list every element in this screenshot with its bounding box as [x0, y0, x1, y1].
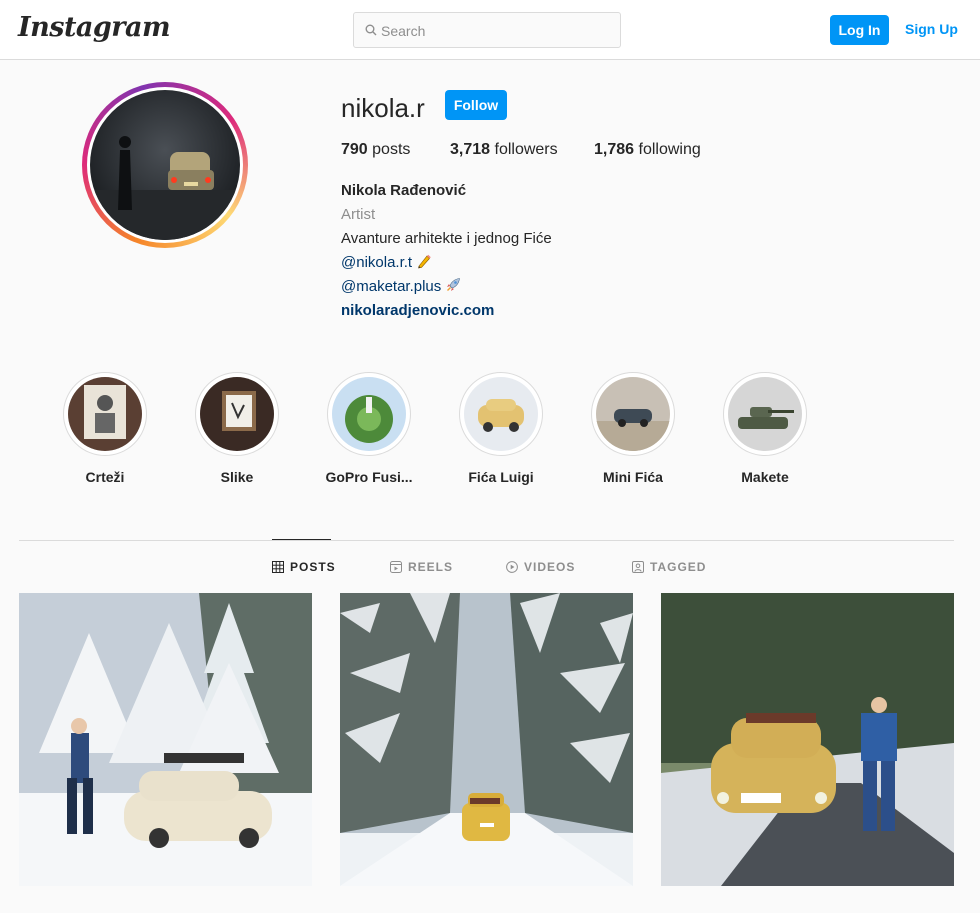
highlight-mini-fica[interactable]: Mini Fića — [588, 372, 678, 485]
tab-videos[interactable]: VIDEOS — [506, 560, 575, 574]
followers-count: 3,718 — [450, 141, 491, 158]
bio-mention-link-2[interactable]: @maketar.plus — [341, 278, 441, 295]
highlight-gopro[interactable]: GoPro Fusi... — [324, 372, 414, 485]
profile-avatar-ring[interactable] — [82, 82, 248, 248]
profile-avatar — [90, 90, 240, 240]
profile-category: Artist — [341, 206, 376, 223]
followers-stat[interactable]: 3,718 followers — [450, 141, 558, 159]
profile-website-link[interactable]: nikolaradjenovic.com — [341, 301, 494, 321]
signup-link[interactable]: Sign Up — [905, 21, 958, 37]
active-tab-indicator — [272, 539, 331, 540]
post-thumbnail-2[interactable] — [340, 593, 633, 886]
following-label: following — [638, 141, 701, 158]
bio-mention-row-1: @nikola.r.t — [341, 253, 432, 273]
search-icon — [365, 24, 377, 36]
followers-label: followers — [494, 141, 558, 158]
play-icon — [506, 561, 518, 573]
profile-full-name: Nikola Rađenović — [341, 182, 467, 199]
highlight-thumbnail — [464, 377, 538, 451]
search-box[interactable] — [353, 12, 621, 48]
tabs-divider — [19, 540, 954, 541]
follow-button[interactable]: Follow — [445, 90, 507, 120]
tab-posts[interactable]: POSTS — [272, 560, 336, 574]
tab-reels[interactable]: REELS — [390, 560, 453, 574]
highlight-slike[interactable]: Slike — [192, 372, 282, 485]
tab-tagged[interactable]: TAGGED — [632, 560, 706, 574]
bio-mention-row-2: @maketar.plus — [341, 277, 461, 297]
highlight-thumbnail — [332, 377, 406, 451]
highlight-thumbnail — [728, 377, 802, 451]
highlight-label: GoPro Fusi... — [325, 469, 413, 485]
instagram-logo[interactable]: Instagram — [18, 12, 171, 43]
following-stat[interactable]: 1,786 following — [594, 141, 701, 159]
tab-label: POSTS — [290, 560, 336, 574]
posts-count: 790 — [341, 141, 368, 158]
highlight-label: Slike — [220, 469, 254, 485]
tab-label: VIDEOS — [524, 560, 576, 574]
highlight-makete[interactable]: Makete — [720, 372, 810, 485]
highlight-thumbnail — [596, 377, 670, 451]
highlight-thumbnail — [68, 377, 142, 451]
login-button[interactable]: Log In — [830, 15, 889, 45]
tab-label: REELS — [408, 560, 454, 574]
posts-stat: 790 posts — [341, 141, 410, 159]
grid-icon — [272, 561, 284, 573]
pencil-icon — [418, 254, 431, 269]
post-thumbnail-1[interactable] — [19, 593, 312, 886]
highlight-label: Makete — [741, 469, 789, 485]
highlight-thumbnail — [200, 377, 274, 451]
post-thumbnail-3[interactable] — [661, 593, 954, 886]
tag-icon — [632, 561, 644, 573]
profile-bio-text: Avanture arhitekte i jednog Fiće — [341, 230, 552, 247]
following-count: 1,786 — [594, 141, 635, 158]
search-input[interactable] — [381, 21, 611, 41]
tab-label: TAGGED — [650, 560, 707, 574]
rocket-icon — [447, 278, 461, 291]
posts-label: posts — [372, 141, 411, 158]
highlight-label: Fića Luigi — [468, 469, 534, 485]
profile-username: nikola.r — [341, 93, 425, 123]
highlight-crtezi[interactable]: Crteži — [60, 372, 150, 485]
reels-icon — [390, 561, 402, 573]
highlight-fica-luigi[interactable]: Fića Luigi — [456, 372, 546, 485]
top-navigation-bar: Instagram Log In Sign Up — [0, 0, 980, 60]
highlight-label: Crteži — [85, 469, 125, 485]
highlight-label: Mini Fića — [603, 469, 663, 485]
bio-mention-link-1[interactable]: @nikola.r.t — [341, 254, 412, 271]
